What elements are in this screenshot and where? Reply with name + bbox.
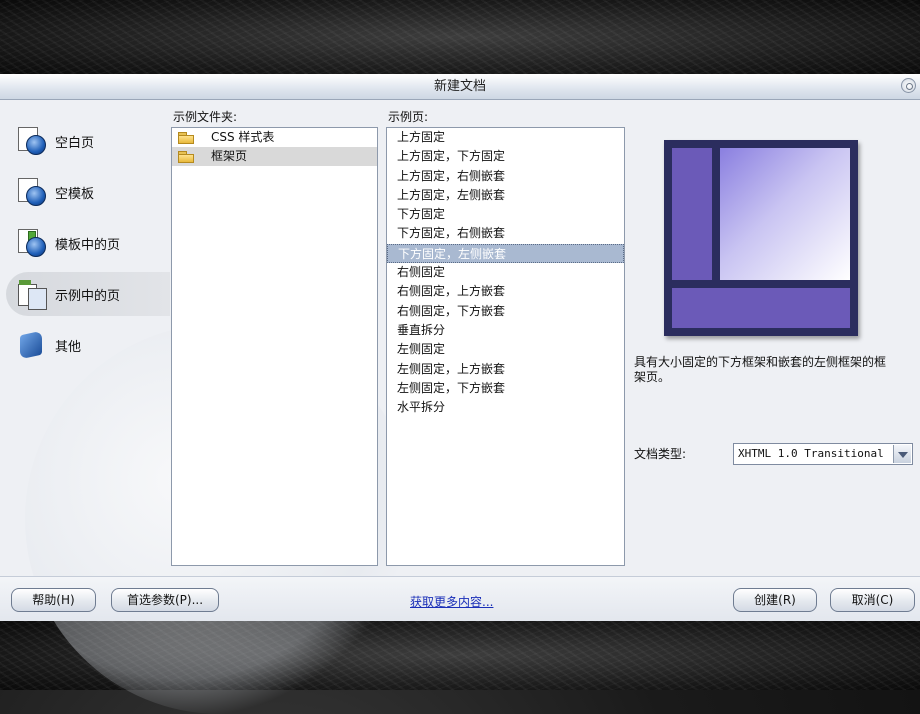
preview-left-frame [672, 148, 712, 280]
category-label: 模板中的页 [55, 237, 121, 253]
sample-pages-label: 示例页: [388, 110, 429, 124]
blank-template-icon [16, 176, 48, 208]
preview-description: 具有大小固定的下方框架和嵌套的左侧框架的框架页。 [634, 355, 887, 384]
folder-item-frameset[interactable]: 框架页 [172, 147, 377, 166]
list-item[interactable]: 上方固定 [387, 128, 624, 147]
category-page-from-sample[interactable]: 示例中的页 [6, 272, 170, 316]
folder-label: CSS 样式表 [211, 130, 275, 144]
list-item[interactable]: 左侧固定，上方嵌套 [387, 360, 624, 379]
sample-page-list[interactable]: 上方固定 上方固定，下方固定 上方固定，右侧嵌套 上方固定，左侧嵌套 下方固定 … [386, 127, 625, 566]
other-icon [16, 329, 48, 361]
preferences-button[interactable]: 首选参数(P)... [111, 588, 219, 612]
dialog-titlebar: 新建文档 [0, 74, 920, 100]
doctype-select[interactable]: XHTML 1.0 Transitional [733, 443, 913, 465]
category-label: 示例中的页 [55, 288, 121, 304]
cancel-button[interactable]: 取消(C) [830, 588, 915, 612]
list-item-selected[interactable]: 下方固定，左侧嵌套 [387, 243, 624, 264]
list-item[interactable]: 右侧固定，上方嵌套 [387, 282, 624, 301]
help-button[interactable]: 帮助(H) [11, 588, 96, 612]
sample-folder-list[interactable]: CSS 样式表 框架页 [171, 127, 378, 566]
page-from-template-icon [16, 227, 48, 259]
preview-bottom-frame [672, 288, 850, 328]
doctype-value: XHTML 1.0 Transitional [738, 447, 884, 460]
category-label: 空白页 [55, 135, 95, 151]
category-page-from-template[interactable]: 模板中的页 [0, 221, 170, 265]
list-item[interactable]: 右侧固定 [387, 263, 624, 282]
list-item[interactable]: 下方固定，右侧嵌套 [387, 224, 624, 243]
list-item[interactable]: 右侧固定，下方嵌套 [387, 302, 624, 321]
category-blank-page[interactable]: 空白页 [0, 119, 170, 163]
doctype-label: 文档类型: [634, 447, 687, 461]
folder-label: 框架页 [211, 149, 248, 163]
list-item[interactable]: 下方固定 [387, 205, 624, 224]
new-document-dialog: 新建文档 空白页 空模板 模板中的页 示例中的页 其他 示例文件夹: 示例页: … [0, 74, 920, 714]
desktop-background-bottom [0, 620, 920, 690]
close-icon[interactable] [901, 78, 916, 93]
chevron-down-icon[interactable] [893, 445, 911, 463]
category-list: 空白页 空模板 模板中的页 示例中的页 其他 [0, 119, 170, 374]
blank-page-icon [16, 125, 48, 157]
list-item[interactable]: 左侧固定，下方嵌套 [387, 379, 624, 398]
category-label: 空模板 [55, 186, 95, 202]
list-item[interactable]: 水平拆分 [387, 398, 624, 417]
create-button[interactable]: 创建(R) [733, 588, 817, 612]
folder-icon [178, 150, 195, 163]
layout-preview-image [664, 140, 858, 336]
desktop-background-top [0, 0, 920, 74]
category-blank-template[interactable]: 空模板 [0, 170, 170, 214]
category-label: 其他 [55, 339, 82, 355]
page-from-sample-icon [16, 278, 48, 310]
dialog-button-bar: 帮助(H) 首选参数(P)... 获取更多内容... 创建(R) 取消(C) [0, 576, 920, 621]
folder-item-css[interactable]: CSS 样式表 [172, 128, 377, 147]
preview-main-frame [720, 148, 850, 280]
category-other[interactable]: 其他 [0, 323, 170, 367]
dialog-title: 新建文档 [433, 79, 486, 94]
sample-folders-label: 示例文件夹: [173, 110, 238, 124]
list-item[interactable]: 上方固定，右侧嵌套 [387, 167, 624, 186]
list-item[interactable]: 上方固定，下方固定 [387, 147, 624, 166]
get-more-content-link[interactable]: 获取更多内容... [410, 593, 493, 610]
list-item[interactable]: 左侧固定 [387, 340, 624, 359]
folder-icon [178, 131, 195, 144]
list-item[interactable]: 垂直拆分 [387, 321, 624, 340]
list-item[interactable]: 上方固定，左侧嵌套 [387, 186, 624, 205]
